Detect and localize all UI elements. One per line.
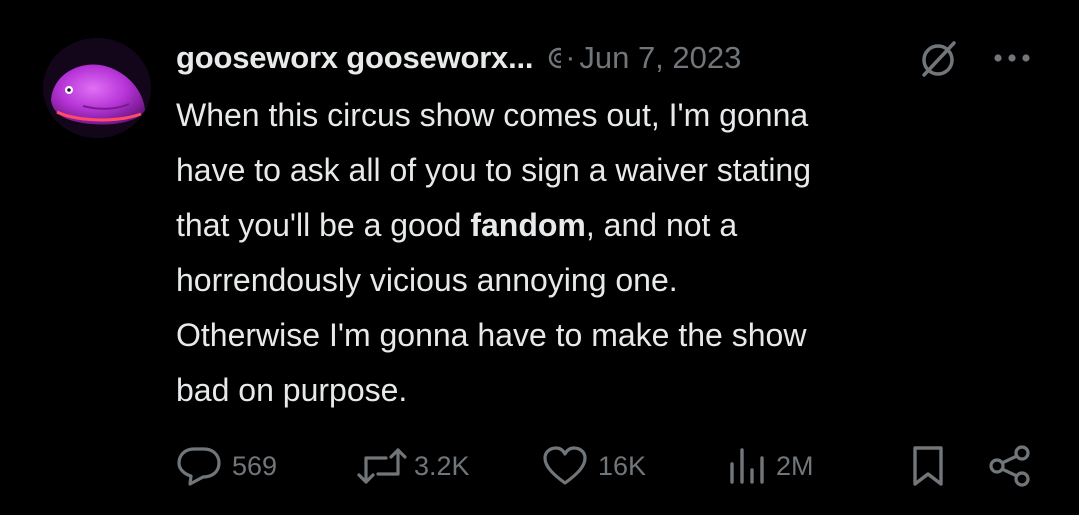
reply-button[interactable]: 569 (176, 442, 277, 490)
views-bar-chart-icon (730, 448, 764, 484)
repost-arrows-icon (357, 448, 407, 484)
like-count: 16K (598, 450, 647, 481)
bookmark-icon (913, 446, 943, 486)
tweet[interactable]: gooseworx gooseworx... · Jun 7, 2023 Whe… (0, 0, 1079, 515)
tweet-line: bad on purpose. (176, 372, 408, 408)
tweet-bold-text: fandom (470, 207, 586, 243)
bookmark-button[interactable] (910, 442, 946, 490)
tweet-text: , and not a (585, 207, 738, 243)
tweet-line: horrendously vicious annoying one. (176, 262, 678, 298)
repost-button[interactable]: 3.2K (356, 442, 470, 490)
header-separator: · (565, 41, 576, 74)
heart-icon (543, 446, 587, 485)
share-button[interactable] (988, 442, 1032, 490)
tweet-text: that you'll be a good (176, 207, 471, 243)
tweet-line: that you'll be a good fandom, and not a (176, 198, 1036, 253)
tweet-line: When this circus show comes out, I'm gon… (176, 97, 809, 133)
views-count: 2M (776, 450, 814, 481)
reply-bubble-icon (177, 447, 221, 486)
more-dots-icon (994, 54, 1030, 62)
purple-creature-avatar-icon (43, 38, 151, 138)
tweet-line: have to ask all of you to sign a waiver … (176, 152, 812, 188)
repost-count: 3.2K (414, 450, 470, 481)
avatar[interactable] (43, 38, 151, 138)
tweet-line: Otherwise I'm gonna have to make the sho… (176, 317, 807, 353)
grok-button[interactable] (912, 36, 964, 82)
tweet-header: gooseworx gooseworx... · Jun 7, 2023 (176, 34, 741, 82)
partial-badge-icon (547, 46, 562, 70)
share-icon (989, 445, 1030, 487)
reply-count: 569 (232, 450, 278, 481)
display-name[interactable]: gooseworx gooseworx... (176, 40, 534, 76)
grok-icon (922, 41, 956, 77)
views-button[interactable]: 2M (726, 442, 814, 490)
like-button[interactable]: 16K (542, 442, 646, 490)
tweet-body: When this circus show comes out, I'm gon… (176, 88, 1036, 418)
more-options-button[interactable] (988, 40, 1036, 76)
tweet-date[interactable]: Jun 7, 2023 (579, 40, 741, 76)
